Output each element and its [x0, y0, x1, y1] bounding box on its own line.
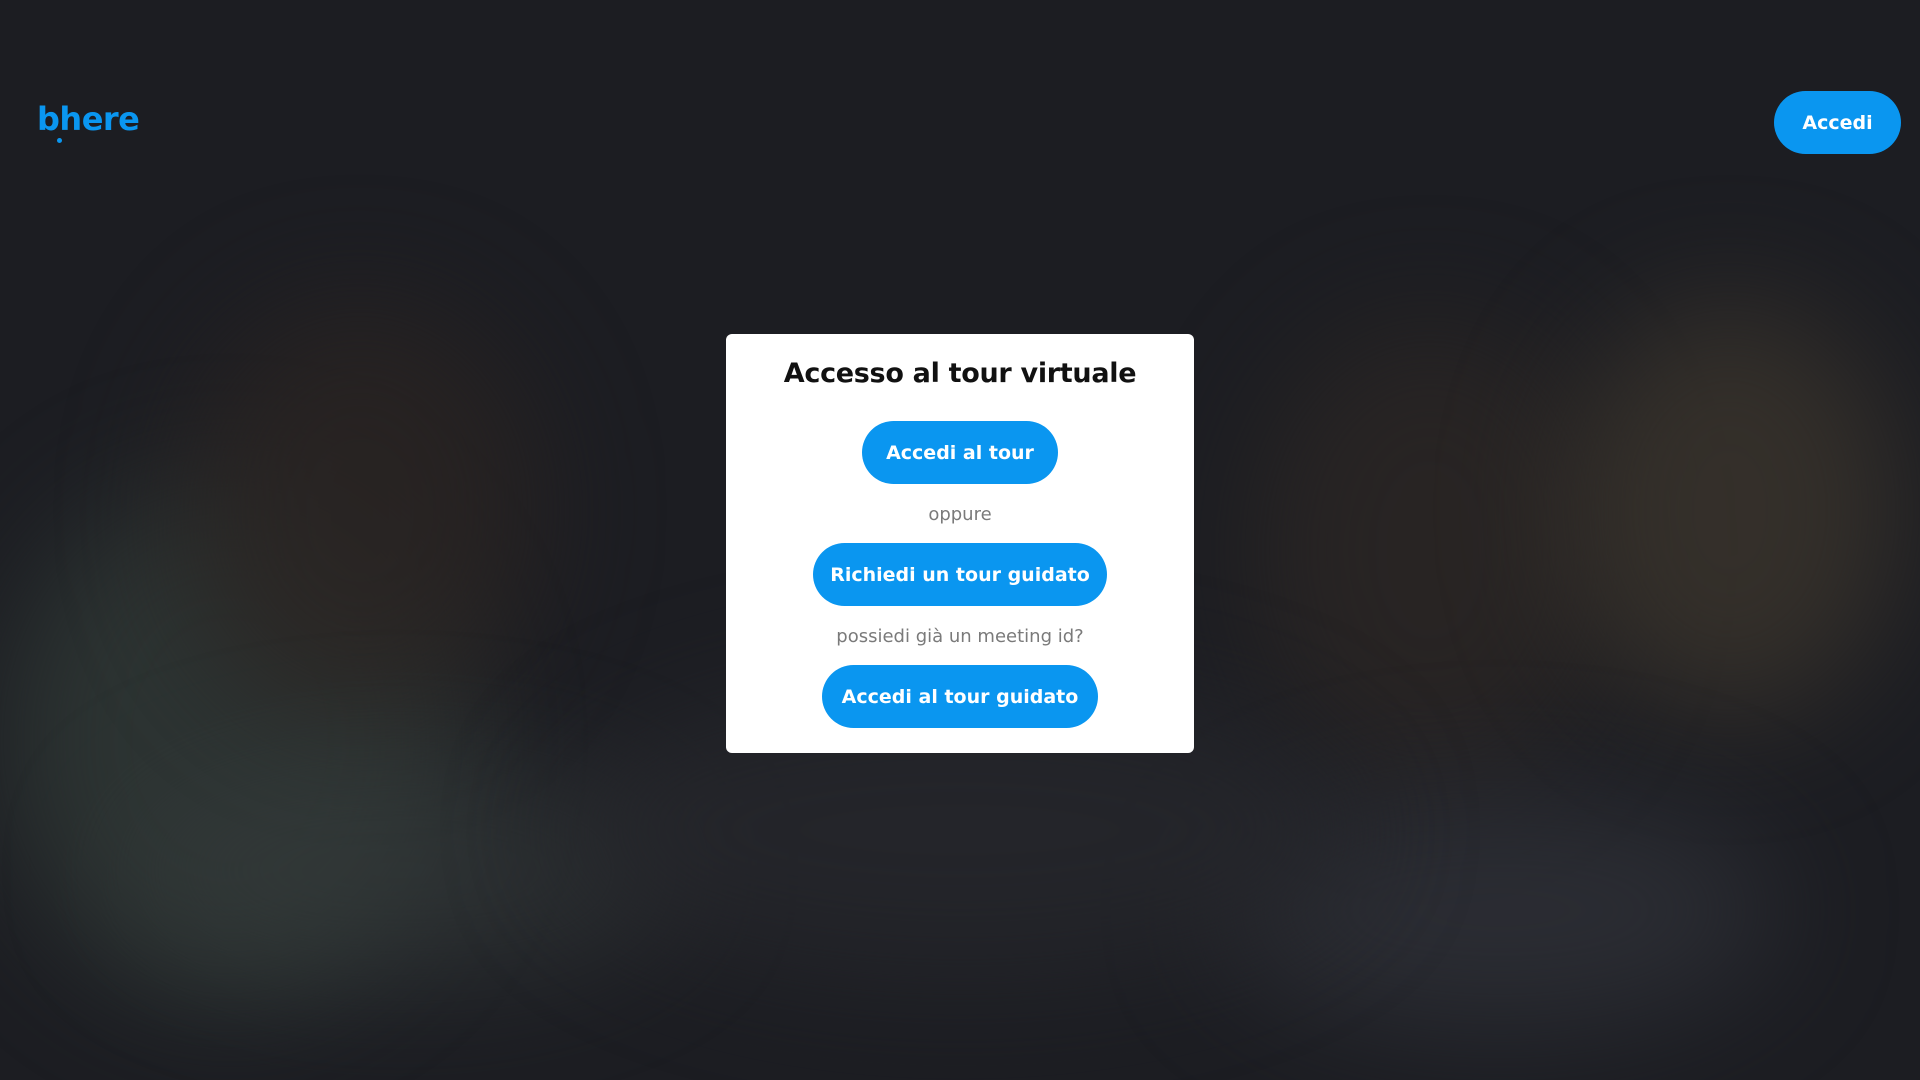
or-separator-text: oppure [928, 504, 992, 525]
meeting-id-prompt: possiedi già un meeting id? [836, 626, 1084, 647]
login-button[interactable]: Accedi [1774, 91, 1901, 154]
dialog-title: Accesso al tour virtuale [783, 358, 1137, 389]
logo-text: bhere [37, 100, 140, 138]
request-guided-tour-button[interactable]: Richiedi un tour guidato [813, 543, 1107, 606]
virtual-tour-access-dialog: Accesso al tour virtuale Accedi al tour … [726, 334, 1194, 753]
bhere-logo[interactable]: bhere [37, 100, 140, 143]
logo-dot-icon [57, 138, 62, 143]
enter-tour-button[interactable]: Accedi al tour [862, 421, 1058, 484]
enter-guided-tour-button[interactable]: Accedi al tour guidato [822, 665, 1098, 728]
